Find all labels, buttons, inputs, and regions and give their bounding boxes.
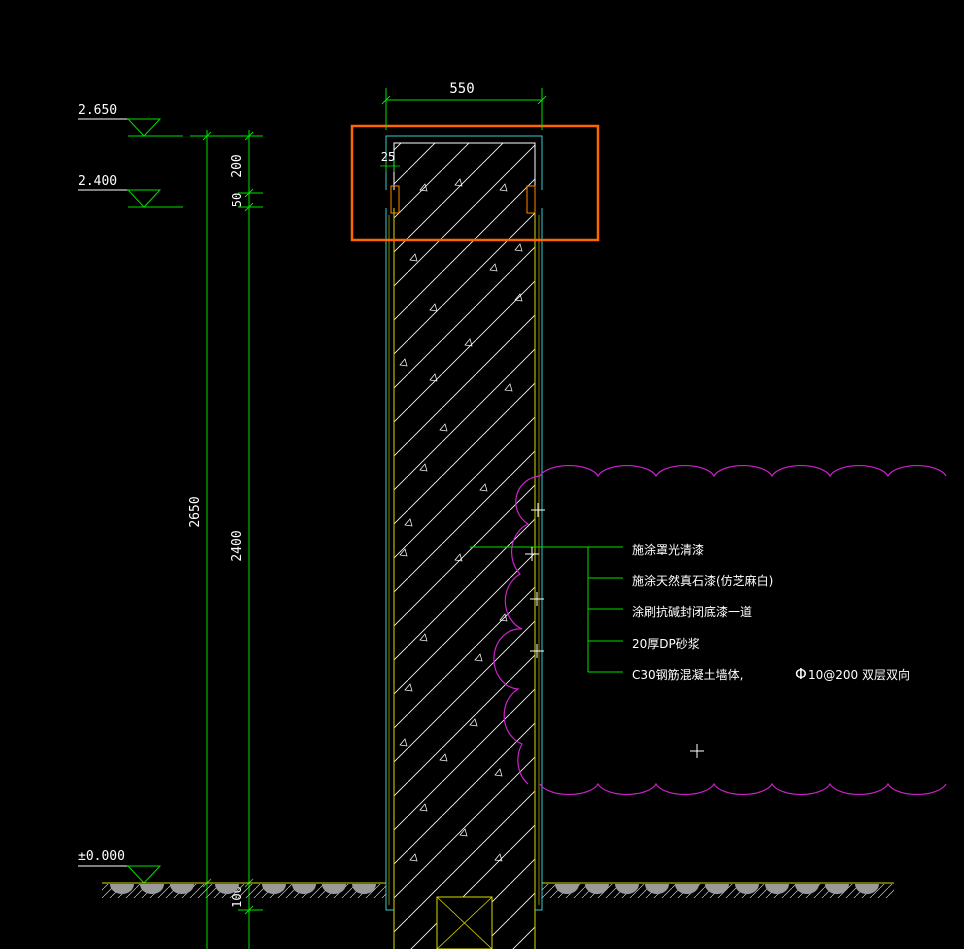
callout-layer-3: 涂刷抗碱封闭底漆一道 [632, 604, 752, 619]
elev-marker-ground [78, 865, 162, 884]
dim-inset-label: 25 [381, 150, 395, 164]
callout-layer-4: 20厚DP砂浆 [632, 636, 700, 651]
dim-200-label: 200 [230, 154, 245, 177]
dim-vertical-lines [190, 130, 263, 949]
dim-width-label: 550 [449, 81, 474, 97]
dim-50-label: 50 [230, 193, 244, 207]
dim-overall-label: 2650 [188, 496, 203, 527]
callout-layer-5: C30钢筋混凝土墙体, [632, 667, 743, 682]
revision-cloud [493, 464, 947, 796]
drawing-canvas: 550 25 2.650 2.400 ±0.000 2650 200 50 24… [78, 81, 947, 949]
elev-marker-top [78, 118, 183, 137]
finish-line-right [535, 208, 543, 911]
elev-label-top: 2.650 [78, 103, 117, 118]
callout-layer-2: 施涂天然真石漆(仿芝麻白) [632, 573, 773, 588]
rebar-symbol: Φ [795, 665, 807, 683]
finish-line-left [385, 208, 394, 911]
callout-layer-1: 施涂罩光清漆 [632, 542, 704, 557]
wall-section [385, 135, 543, 949]
dim-2400-label: 2400 [230, 530, 245, 561]
rebar-spec: 10@200 双层双向 [808, 667, 910, 682]
concrete-hatch [394, 143, 535, 949]
elev-label-middle: 2.400 [78, 174, 117, 189]
crosshair-markers [525, 503, 704, 758]
elev-label-ground: ±0.000 [78, 849, 125, 864]
elev-marker-middle [78, 189, 183, 208]
